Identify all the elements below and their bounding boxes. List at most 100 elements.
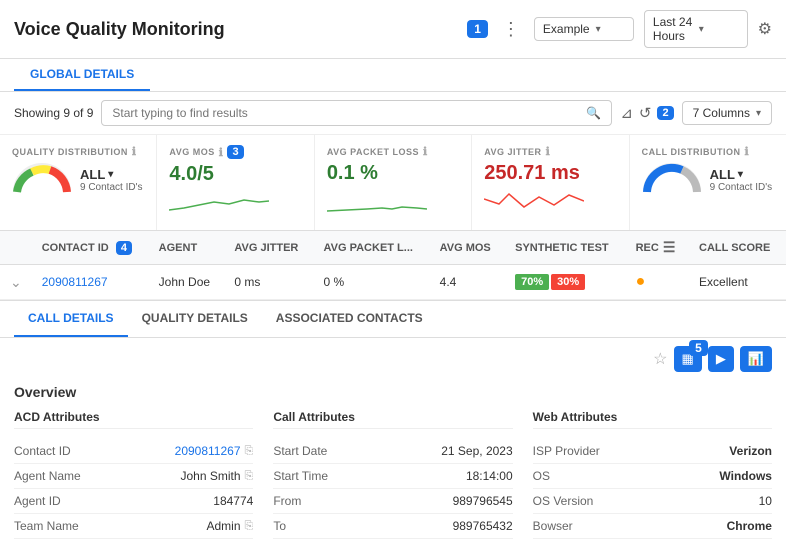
synthetic-test-cell: 70% 30% <box>505 265 625 300</box>
contact-id-header: CONTACT ID 4 <box>32 231 149 265</box>
call-sub: 9 Contact ID's <box>710 182 773 193</box>
showing-count: Showing 9 of 9 <box>14 106 93 120</box>
quality-all: ALL ▾ <box>80 167 143 182</box>
rec-cell: ● <box>626 265 689 300</box>
acd-attributes: ACD Attributes Contact ID 2090811267 ⎘ A… <box>14 410 253 539</box>
attr-os-label: OS <box>533 469 550 483</box>
avg-packet-loss-card: AVG PACKET LOSS ℹ 0.1 % <box>315 135 472 230</box>
info-icon[interactable]: ℹ <box>423 145 428 158</box>
columns-select[interactable]: 7 Columns ▾ <box>682 101 772 125</box>
copy-icon[interactable]: ⎘ <box>245 470 254 483</box>
attr-os: OS Windows <box>533 464 772 489</box>
chart-button[interactable]: 📊 <box>740 346 772 372</box>
attr-contact-id-value: 2090811267 ⎘ <box>175 444 254 458</box>
call-gauge <box>642 162 702 197</box>
attr-os-version: OS Version 10 <box>533 489 772 514</box>
attr-from: From 989796545 <box>273 489 512 514</box>
attr-to-value: 989765432 <box>453 519 513 533</box>
tab-quality-details[interactable]: QUALITY DETAILS <box>128 301 262 337</box>
copy-icon[interactable]: ⎘ <box>245 445 254 458</box>
acd-title: ACD Attributes <box>14 410 253 429</box>
quality-gauge <box>12 162 72 197</box>
attr-agent-name-value: John Smith ⎘ <box>180 469 253 483</box>
data-table-section: CONTACT ID 4 AGENT AVG JITTER AVG PACKET… <box>0 231 786 300</box>
quality-distribution-card: QUALITY DISTRIBUTION ℹ ALL ▾ <box>0 135 157 230</box>
call-attributes: Call Attributes Start Date 21 Sep, 2023 … <box>273 410 512 539</box>
badge-2: 2 <box>657 106 673 120</box>
call-all: ALL ▾ <box>710 167 773 182</box>
example-select[interactable]: Example ▾ <box>534 17 634 41</box>
contact-id-link[interactable]: 2090811267 <box>42 275 108 289</box>
agent-header: AGENT <box>149 231 225 265</box>
time-range-select[interactable]: Last 24 Hours ▾ <box>644 10 748 48</box>
attr-start-time-label: Start Time <box>273 469 328 483</box>
attr-contact-id-label: Contact ID <box>14 444 71 458</box>
app-title: Voice Quality Monitoring <box>14 19 457 40</box>
agent-cell: John Doe <box>149 265 225 300</box>
avg-jitter-card: AVG JITTER ℹ 250.71 ms <box>472 135 629 230</box>
global-details-section: GLOBAL DETAILS Showing 9 of 9 🔍 ⊿ ↺ 2 7 … <box>0 59 786 301</box>
avg-jitter-header: AVG JITTER <box>224 231 313 265</box>
attr-agent-id-value: 184774 <box>213 494 253 508</box>
attr-isp: ISP Provider Verizon <box>533 439 772 464</box>
info-icon[interactable]: ℹ <box>744 145 749 158</box>
avg-jitter-cell: 0 ms <box>224 265 313 300</box>
search-box[interactable]: 🔍 <box>101 100 612 126</box>
attr-team-name-label: Team Name <box>14 519 79 533</box>
attr-start-date-value: 21 Sep, 2023 <box>441 444 512 458</box>
copy-icon[interactable]: ⎘ <box>245 520 254 533</box>
synthetic-red-bar: 30% <box>551 274 585 290</box>
chevron-down-icon: ▾ <box>756 108 761 119</box>
table-toolbar: Showing 9 of 9 🔍 ⊿ ↺ 2 7 Columns ▾ <box>0 92 786 135</box>
avg-jitter-value: 250.71 ms <box>484 162 616 185</box>
mos-sparkline <box>169 190 301 220</box>
attr-browser-label: Bowser <box>533 519 573 533</box>
attr-to-label: To <box>273 519 286 533</box>
attr-team-name-value: Admin ⎘ <box>207 519 254 533</box>
search-input[interactable] <box>112 106 580 120</box>
filter-icon[interactable]: ⊿ <box>620 104 633 122</box>
audio-button[interactable]: ▶ <box>708 346 734 372</box>
detail-toolbar: ☆ 5 ▦ ▶ 📊 <box>14 338 772 380</box>
synthetic-test-header: SYNTHETIC TEST <box>505 231 625 265</box>
chevron-down-icon: ▾ <box>596 24 625 35</box>
more-options-icon[interactable]: ⋮ <box>498 19 524 40</box>
overview-title: Overview <box>14 380 772 410</box>
app-header: Voice Quality Monitoring 1 ⋮ Example ▾ L… <box>0 0 786 59</box>
info-icon[interactable]: ℹ <box>219 146 224 159</box>
attr-start-date: Start Date 21 Sep, 2023 <box>273 439 512 464</box>
info-icon[interactable]: ℹ <box>132 145 137 158</box>
avg-mos-cell: 4.4 <box>430 265 505 300</box>
tab-associated-contacts[interactable]: ASSOCIATED CONTACTS <box>262 301 437 337</box>
column-menu-icon[interactable]: ☰ <box>663 239 676 256</box>
info-icon[interactable]: ℹ <box>546 145 551 158</box>
search-icon: 🔍 <box>586 106 601 120</box>
attr-os-version-label: OS Version <box>533 494 594 508</box>
attr-agent-id-label: Agent ID <box>14 494 61 508</box>
call-score-cell: Excellent <box>689 265 786 300</box>
avg-packet-loss-header: AVG PACKET L... <box>314 231 430 265</box>
toolbar-icons: ⊿ ↺ 2 <box>620 104 673 122</box>
rec-indicator: ● <box>636 273 646 290</box>
attr-browser-value: Chrome <box>727 519 772 533</box>
row-expand-icon[interactable]: ⌄ <box>10 274 22 290</box>
columns-label: 7 Columns <box>693 106 750 120</box>
synthetic-green-bar: 70% <box>515 274 549 290</box>
attr-isp-label: ISP Provider <box>533 444 600 458</box>
badge-4: 4 <box>116 241 132 255</box>
attr-contact-id: Contact ID 2090811267 ⎘ <box>14 439 253 464</box>
global-details-tab[interactable]: GLOBAL DETAILS <box>14 59 150 91</box>
avg-packet-loss-value: 0.1 % <box>327 162 459 185</box>
attributes-grid: ACD Attributes Contact ID 2090811267 ⎘ A… <box>14 410 772 539</box>
tab-call-details[interactable]: CALL DETAILS <box>14 301 128 337</box>
filter-settings-icon[interactable]: ⚙ <box>758 19 772 39</box>
attr-start-time: Start Time 18:14:00 <box>273 464 512 489</box>
badge-3: 3 <box>227 145 244 159</box>
refresh-icon[interactable]: ↺ <box>639 104 652 122</box>
attr-from-value: 989796545 <box>453 494 513 508</box>
web-title: Web Attributes <box>533 410 772 429</box>
packet-loss-sparkline <box>327 189 459 219</box>
avg-mos-value: 4.0/5 <box>169 163 301 186</box>
detail-tabs: CALL DETAILS QUALITY DETAILS ASSOCIATED … <box>0 301 786 338</box>
bookmark-button[interactable]: ☆ <box>653 349 667 369</box>
